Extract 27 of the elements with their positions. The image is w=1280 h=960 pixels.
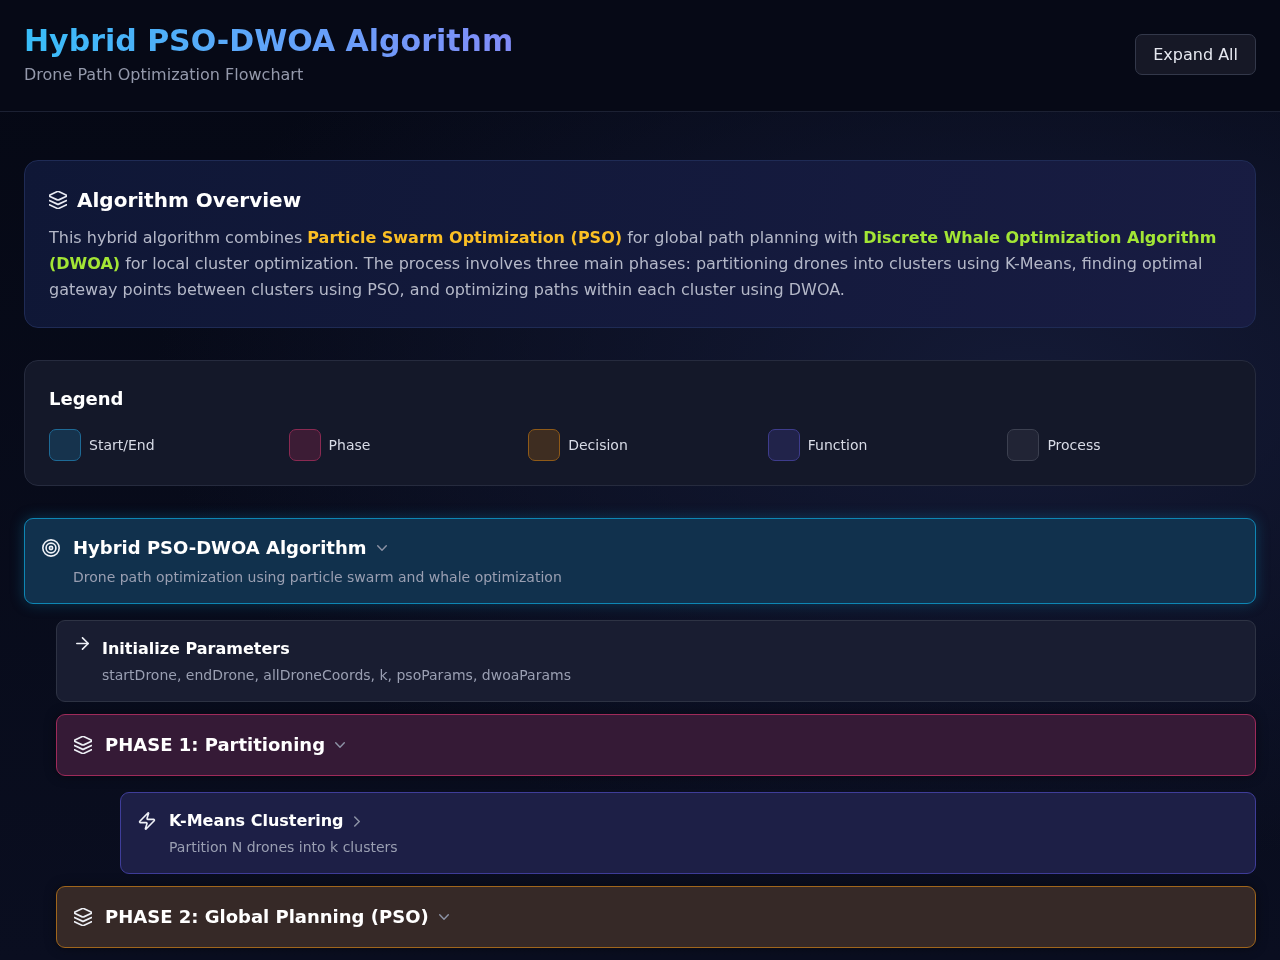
layers-icon	[74, 736, 92, 754]
node-description: Partition N drones into k clusters	[169, 838, 398, 857]
chevron-down-icon[interactable]	[376, 543, 387, 553]
node-description: Drone path optimization using particle swarm and whale optimization	[73, 568, 562, 587]
expand-all-button[interactable]: Expand All	[1135, 33, 1256, 75]
target-icon	[42, 539, 60, 557]
chevron-down-icon[interactable]	[438, 912, 449, 922]
node-title: Initialize Parameters	[102, 638, 290, 660]
chevron-right-icon[interactable]	[353, 815, 360, 827]
page-subtitle: Drone Path Optimization Flowchart	[24, 65, 304, 85]
lightning-icon	[138, 812, 156, 830]
legend-label: Process	[1047, 437, 1101, 453]
legend-label: Function	[807, 437, 868, 453]
legend-label: Start/End	[89, 437, 155, 453]
node-title: PHASE 1: Partitioning	[105, 733, 326, 757]
overview-text: This hybrid algorithm combines Particle Swarm Optimization (PSO) for global path planning with Discrete Whale Optimization Algorithm (DWOA) for local cluster optimization. The process involves three main phases: partitioning drones into clusters using K-Means, finding optimal gateway points between clusters using PSO, and optimizing paths within each cluster using DWOA.	[49, 227, 1218, 301]
node-title: PHASE 2: Global Planning (PSO)	[105, 905, 429, 929]
legend-label: Phase	[328, 437, 371, 453]
legend-label: Decision	[568, 437, 628, 453]
overview-title: Algorithm Overview	[77, 187, 302, 214]
node-title: Hybrid PSO-DWOA Algorithm	[73, 536, 367, 560]
layers-icon	[74, 908, 92, 926]
node-description: startDrone, endDrone, allDroneCoords, k, psoParams, dwoaParams	[102, 666, 571, 685]
legend-title: Legend	[49, 387, 124, 411]
node-title: K-Means Clustering	[169, 810, 344, 832]
layers-icon	[49, 191, 67, 209]
chevron-down-icon[interactable]	[335, 740, 346, 750]
